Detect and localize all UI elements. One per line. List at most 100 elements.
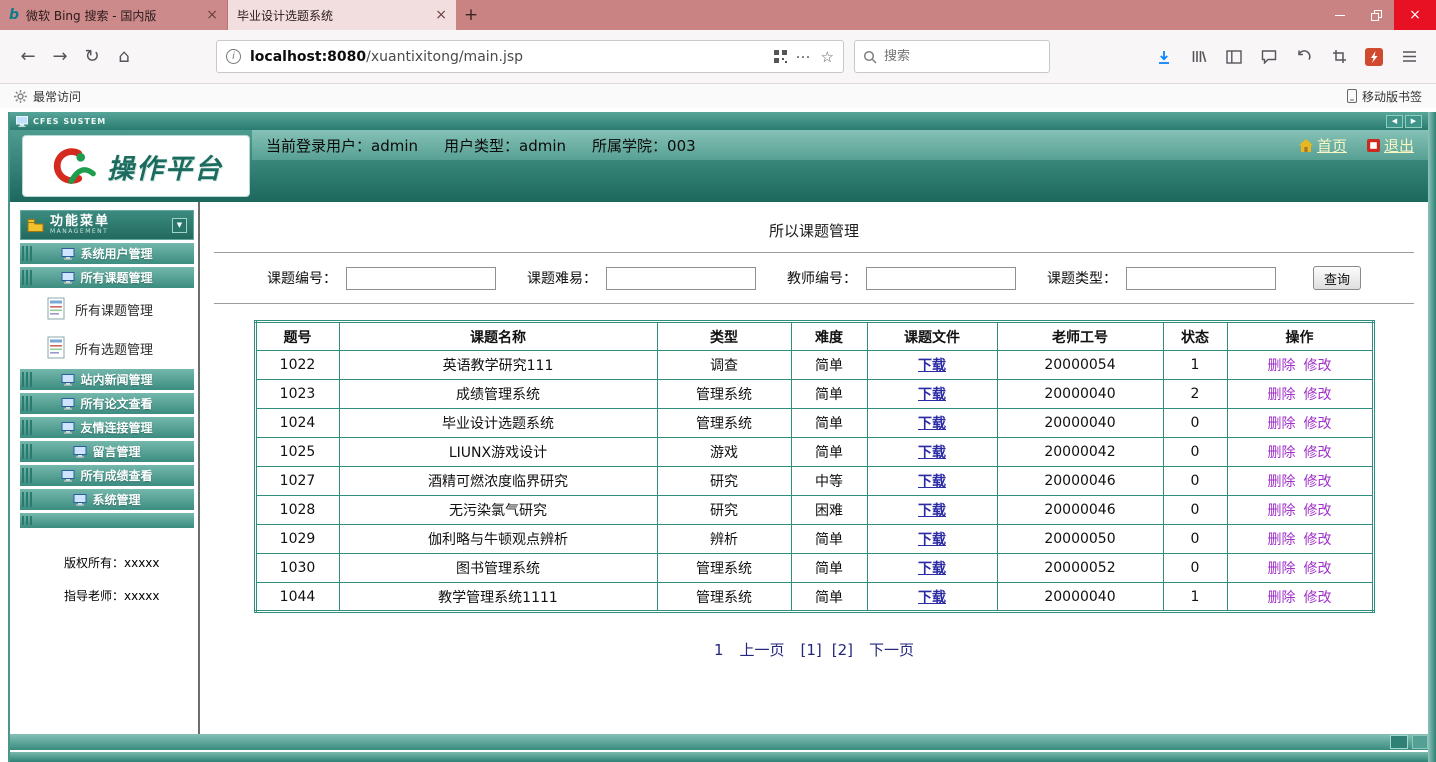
- difficulty-input[interactable]: [606, 266, 756, 290]
- forward-button[interactable]: →: [44, 41, 76, 73]
- url-host: localhost:8080: [250, 48, 367, 65]
- vertical-scrollbar[interactable]: [1428, 112, 1436, 762]
- sidebar-item-messages[interactable]: 留言管理: [20, 441, 194, 462]
- edit-link[interactable]: 修改: [1304, 503, 1332, 519]
- page-1-link[interactable]: [1]: [801, 641, 822, 659]
- delete-link[interactable]: 删除: [1268, 387, 1296, 403]
- delete-link[interactable]: 删除: [1268, 445, 1296, 461]
- logout-link[interactable]: 退出: [1366, 135, 1414, 156]
- download-link[interactable]: 下载: [918, 561, 946, 577]
- new-tab-button[interactable]: +: [456, 0, 486, 30]
- monitor-icon: [16, 115, 28, 127]
- sidebar-item-links[interactable]: 友情连接管理: [20, 417, 194, 438]
- tab-close-icon[interactable]: ×: [435, 8, 447, 22]
- next-page-link[interactable]: 下一页: [869, 639, 914, 660]
- qr-extension-icon[interactable]: [773, 50, 787, 63]
- web-page: CFES SUSTEM ◀ ▶ 操作平台 当前登录用户：admin 用户类型：a…: [8, 112, 1436, 762]
- search-bar[interactable]: [854, 40, 1050, 73]
- delete-link[interactable]: 删除: [1268, 532, 1296, 548]
- messages-icon[interactable]: [1254, 42, 1284, 72]
- home-icon: [1298, 138, 1313, 152]
- scroll-left-icon[interactable]: ◀: [1386, 114, 1403, 128]
- edit-link[interactable]: 修改: [1304, 532, 1332, 548]
- download-link[interactable]: 下载: [918, 445, 946, 461]
- menu-collapse-icon[interactable]: ▼: [172, 217, 187, 233]
- edit-link[interactable]: 修改: [1304, 416, 1332, 432]
- edit-link[interactable]: 修改: [1304, 561, 1332, 577]
- reload-button[interactable]: ↻: [76, 41, 108, 73]
- delete-link[interactable]: 删除: [1268, 358, 1296, 374]
- screenshot-icon[interactable]: [1324, 42, 1354, 72]
- menu-icon[interactable]: [1394, 42, 1424, 72]
- page-actions-icon[interactable]: …: [796, 44, 812, 62]
- edit-link[interactable]: 修改: [1304, 358, 1332, 374]
- restore-button[interactable]: [1358, 0, 1394, 30]
- edit-link[interactable]: 修改: [1304, 445, 1332, 461]
- home-button[interactable]: ⌂: [108, 41, 140, 73]
- download-link[interactable]: 下载: [918, 358, 946, 374]
- download-link[interactable]: 下载: [918, 590, 946, 606]
- search-input[interactable]: [884, 49, 1014, 64]
- delete-link[interactable]: 删除: [1268, 416, 1296, 432]
- scrollbar-thumb[interactable]: [1390, 735, 1408, 749]
- download-link[interactable]: 下载: [918, 532, 946, 548]
- flash-plugin-icon[interactable]: [1359, 42, 1389, 72]
- bookmark-mobile-label: 移动版书签: [1361, 89, 1422, 104]
- delete-link[interactable]: 删除: [1268, 590, 1296, 606]
- undo-icon[interactable]: [1289, 42, 1319, 72]
- scroll-right-icon[interactable]: ▶: [1405, 114, 1422, 128]
- table-row: 1030 图书管理系统 管理系统 简单 下载 20000052 0 删除 修改: [254, 553, 1374, 583]
- back-button[interactable]: ←: [12, 41, 44, 73]
- sidebar-item-topic-management[interactable]: 所有课题管理: [20, 291, 194, 327]
- topics-table: 题号 课题名称 类型 难度 课题文件 老师工号 状态 操作 1022 英语教学研…: [253, 320, 1375, 613]
- download-link[interactable]: 下载: [918, 503, 946, 519]
- site-info-icon[interactable]: i: [226, 49, 241, 64]
- tab-close-icon[interactable]: ×: [206, 8, 218, 22]
- download-icon[interactable]: [1149, 42, 1179, 72]
- col-id: 题号: [254, 321, 340, 351]
- tab-bing[interactable]: b 微软 Bing 搜索 - 国内版 ×: [0, 0, 228, 30]
- sidebar: 功能菜单 MANAGEMENT ▼ 系统用户管理 所有课题管理 所有课题管理 所…: [10, 202, 198, 734]
- sidebar-item-all-topics[interactable]: 所有课题管理: [20, 267, 194, 288]
- tab-active[interactable]: 毕业设计选题系统 ×: [228, 0, 456, 30]
- logo-text: 操作平台: [107, 153, 223, 185]
- header-links: 首页 退出: [1298, 135, 1414, 156]
- sidebar-item-system-users[interactable]: 系统用户管理: [20, 243, 194, 264]
- url-bar[interactable]: i localhost:8080/xuantixitong/main.jsp ……: [216, 40, 844, 73]
- computer-icon: [61, 469, 75, 481]
- sidebar-toggle-icon[interactable]: [1219, 42, 1249, 72]
- bookmark-mobile[interactable]: 移动版书签: [1346, 88, 1422, 105]
- home-link[interactable]: 首页: [1298, 135, 1347, 156]
- sidebar-item-grades[interactable]: 所有成绩查看: [20, 465, 194, 486]
- page-2-link[interactable]: [2]: [832, 641, 853, 659]
- download-link[interactable]: 下载: [918, 387, 946, 403]
- current-page: 1: [713, 640, 724, 659]
- sidebar-item-selection-management[interactable]: 所有选题管理: [20, 330, 194, 366]
- edit-link[interactable]: 修改: [1304, 387, 1332, 403]
- edit-link[interactable]: 修改: [1304, 474, 1332, 490]
- delete-link[interactable]: 删除: [1268, 561, 1296, 577]
- topic-type-input[interactable]: [1126, 266, 1276, 290]
- teacher-id-input[interactable]: [866, 266, 1016, 290]
- edit-link[interactable]: 修改: [1304, 590, 1332, 606]
- computer-icon: [73, 445, 87, 457]
- close-button[interactable]: ×: [1394, 0, 1436, 30]
- sidebar-item-papers[interactable]: 所有论文查看: [20, 393, 194, 414]
- download-link[interactable]: 下载: [918, 474, 946, 490]
- horizontal-scrollbar[interactable]: [10, 734, 1428, 750]
- download-link[interactable]: 下载: [918, 416, 946, 432]
- user-college-info: 所属学院：003: [592, 136, 696, 155]
- bookmarks-bar: 最常访问 移动版书签: [0, 84, 1436, 108]
- sidebar-item-news[interactable]: 站内新闻管理: [20, 369, 194, 390]
- minimize-button[interactable]: [1322, 0, 1358, 30]
- bookmark-most-visited[interactable]: 最常访问: [33, 88, 81, 105]
- library-icon[interactable]: [1184, 42, 1214, 72]
- delete-link[interactable]: 删除: [1268, 503, 1296, 519]
- topic-id-input[interactable]: [346, 266, 496, 290]
- query-button[interactable]: 查询: [1313, 266, 1361, 290]
- sidebar-item-system[interactable]: 系统管理: [20, 489, 194, 510]
- delete-link[interactable]: 删除: [1268, 474, 1296, 490]
- bookmark-star-icon[interactable]: ☆: [821, 48, 834, 66]
- main-content: 所以课题管理 课题编号： 课题难易： 教师编号： 课题类型： 查询 题号 课题名…: [200, 202, 1428, 734]
- prev-page-link[interactable]: 上一页: [740, 639, 785, 660]
